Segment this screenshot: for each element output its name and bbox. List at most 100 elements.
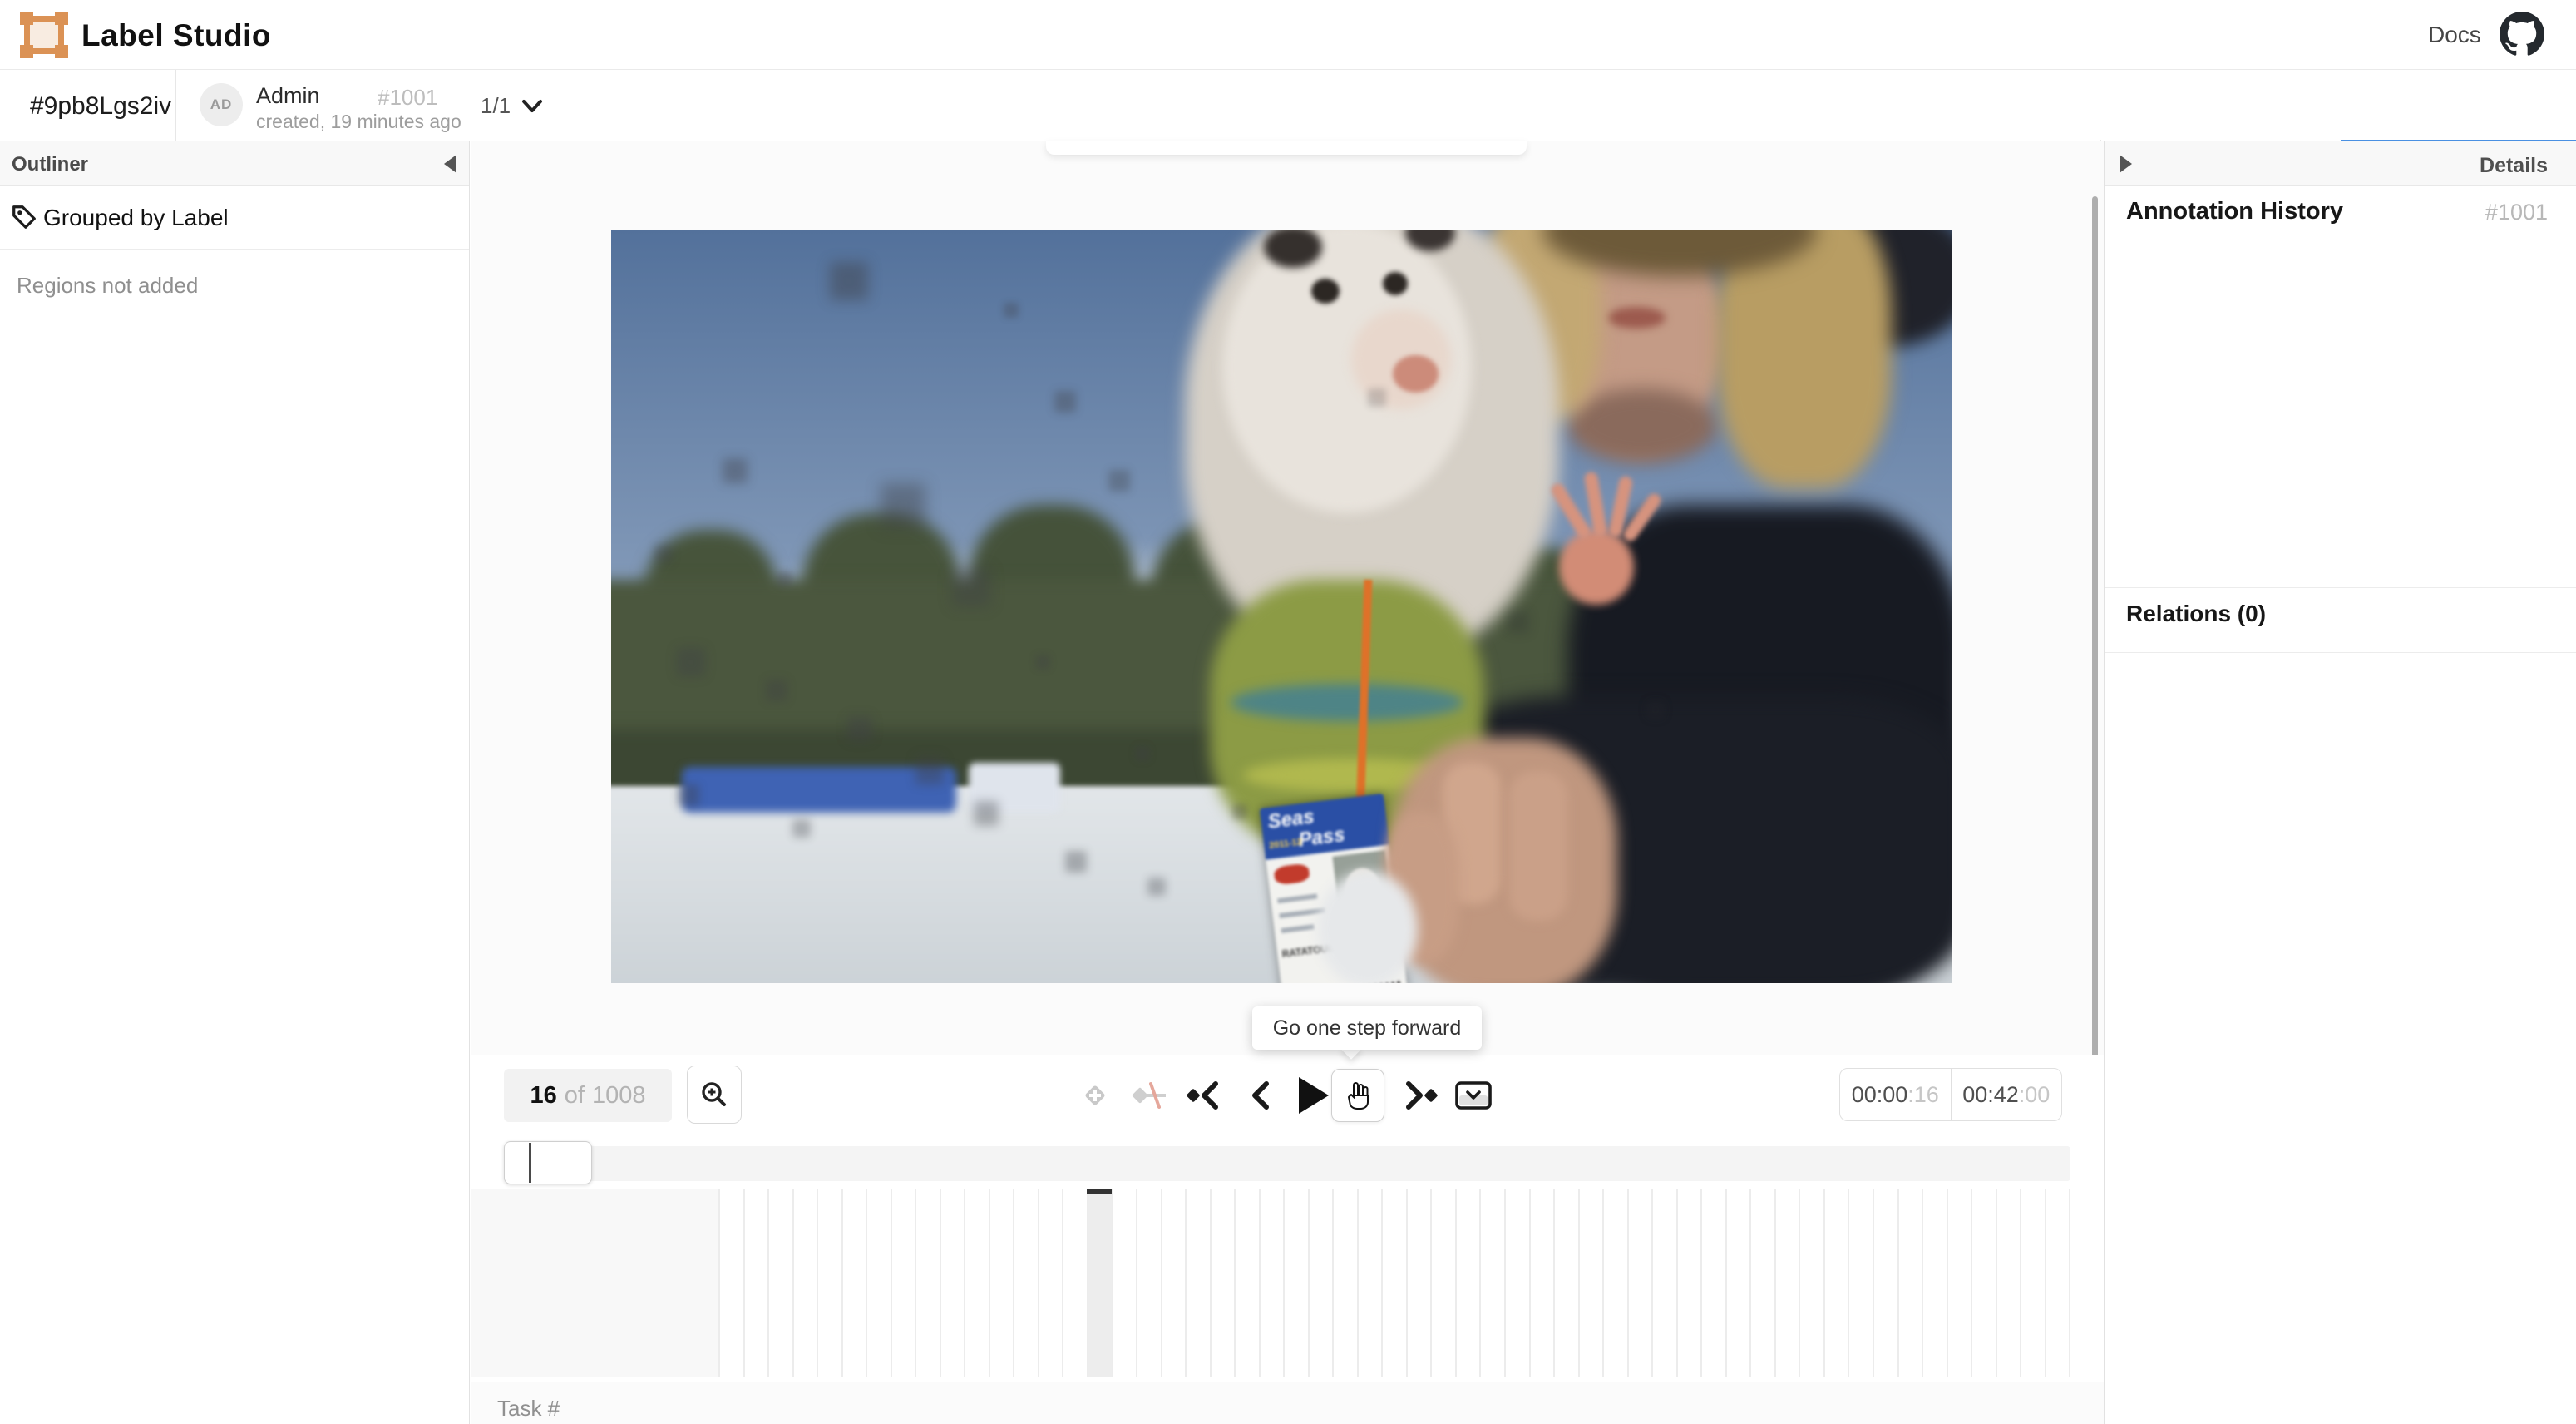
zoom-in-icon (699, 1080, 729, 1110)
ruler-tick (1749, 1189, 1774, 1377)
task-id: #9pb8Lgs2iv (30, 92, 171, 121)
total-frames: 1008 (592, 1082, 646, 1110)
step-backward-button[interactable] (1241, 1075, 1278, 1115)
ruler-tick (1406, 1189, 1431, 1377)
ruler-tick (1578, 1189, 1603, 1377)
annotation-history-title: Annotation History (2126, 198, 2343, 225)
ruler-tick (1774, 1189, 1799, 1377)
ruler-tick (989, 1189, 1014, 1377)
ruler-tick (1038, 1189, 1063, 1377)
ruler-tick (1210, 1189, 1235, 1377)
app-title: Label Studio (81, 18, 271, 53)
toggle-interpolation-button[interactable] (1128, 1075, 1171, 1115)
frame-counter-input[interactable]: 16 of 1008 (504, 1069, 672, 1122)
previous-keypoint-button[interactable] (1182, 1075, 1226, 1115)
ruler-tick (1553, 1189, 1578, 1377)
app-header: Label Studio Docs (0, 0, 2576, 70)
group-by-label-row[interactable]: Grouped by Label (0, 186, 469, 250)
ruler-tick (1136, 1189, 1161, 1377)
ruler-tick (1062, 1189, 1087, 1377)
sweater-stripe (1231, 684, 1463, 721)
opossum-eye (1311, 279, 1340, 304)
person-finger (1509, 771, 1567, 921)
badge-logo (1273, 863, 1310, 885)
zoom-in-button[interactable] (687, 1066, 742, 1124)
ruler-tick (1971, 1189, 1996, 1377)
ruler-tick (1602, 1189, 1627, 1377)
blue-building (682, 767, 956, 813)
play-button[interactable] (1294, 1075, 1334, 1115)
chevron-down-icon[interactable] (519, 95, 545, 116)
docs-link[interactable]: Docs (2428, 22, 2481, 48)
ruler-tick (2020, 1189, 2045, 1377)
label-studio-app: Label Studio Docs #9pb8Lgs2iv AD Admin #… (0, 0, 2576, 1424)
group-mode-label: Grouped by Label (43, 205, 229, 231)
ruler-tick (1161, 1189, 1186, 1377)
ruler-tick (1947, 1189, 1971, 1377)
ruler-tick (1479, 1189, 1504, 1377)
relations-title: Relations (0) (2126, 601, 2266, 627)
ruler-tick (841, 1189, 866, 1377)
timeline-ruler[interactable] (471, 1189, 2104, 1377)
ruler-tick (1504, 1189, 1529, 1377)
ruler-tick (1185, 1189, 1210, 1377)
next-keypoint-button[interactable] (1399, 1075, 1442, 1115)
seek-playhead[interactable] (529, 1143, 531, 1183)
time-display: 00:00:16 00:42:00 (1839, 1068, 2062, 1121)
expand-panel-icon[interactable] (2120, 155, 2132, 173)
ruler-tick (1259, 1189, 1284, 1377)
task-footer: Task # (471, 1382, 2104, 1424)
details-title: Details (2480, 154, 2548, 178)
ruler-tick (817, 1189, 841, 1377)
github-icon[interactable] (2500, 12, 2544, 57)
ruler-tick (1013, 1189, 1038, 1377)
task-footer-label: Task # (497, 1396, 560, 1422)
ruler-tick (1430, 1189, 1455, 1377)
ruler-left-gutter (471, 1189, 718, 1377)
floating-panel-edge (1046, 141, 1527, 155)
seek-track[interactable] (504, 1146, 2070, 1181)
ruler-tick (1848, 1189, 1873, 1377)
ruler-tick (866, 1189, 891, 1377)
outliner-panel: Outliner Grouped by Label Regions not ad… (0, 141, 470, 1424)
ruler-tick (1651, 1189, 1676, 1377)
ruler-tick (1700, 1189, 1725, 1377)
collapse-panel-icon[interactable] (444, 155, 456, 173)
details-panel: Details Annotation History #1001 Relatio… (2104, 141, 2576, 1424)
ruler-tick (718, 1189, 743, 1377)
white-hut (969, 763, 1060, 813)
add-keypoint-button[interactable] (1075, 1075, 1115, 1115)
ruler-tick (1112, 1189, 1137, 1377)
ruler-tick (792, 1189, 817, 1377)
ruler-tick (915, 1189, 940, 1377)
lens-dirt-spots (611, 230, 613, 232)
current-time: 00:00:16 (1840, 1069, 1951, 1120)
label-studio-logo-icon[interactable] (20, 12, 68, 58)
regions-empty-message: Regions not added (17, 273, 198, 299)
person-chin-shadow (1567, 388, 1717, 463)
ruler-tick (1873, 1189, 1897, 1377)
step-forward-tooltip: Go one step forward (1252, 1006, 1482, 1050)
video-controls: 16 of 1008 (471, 1055, 2104, 1136)
ruler-tick (1922, 1189, 1947, 1377)
ruler-tick (1799, 1189, 1823, 1377)
ruler-tick (1676, 1189, 1701, 1377)
current-frame: 16 (530, 1082, 557, 1110)
ruler-tick (940, 1189, 965, 1377)
seek-viewport-window[interactable] (504, 1141, 592, 1184)
ruler-tick (1897, 1189, 1922, 1377)
ruler-tick (743, 1189, 768, 1377)
video-frame[interactable]: Seas Pass 2011-12 RATATOUILLE BOWERS (611, 230, 1952, 983)
tag-icon (10, 203, 38, 231)
timeline-seek-row (471, 1136, 2104, 1189)
opossum-eye (1383, 272, 1408, 295)
ruler-tick (891, 1189, 915, 1377)
frame-of: of (565, 1082, 585, 1110)
ruler-tick (964, 1189, 989, 1377)
step-forward-button[interactable] (1331, 1069, 1384, 1122)
timeline-collapse-button[interactable] (1450, 1075, 1497, 1115)
outliner-header: Outliner (0, 141, 469, 186)
annotation-pagination[interactable]: 1/1 (481, 93, 511, 119)
outliner-title: Outliner (12, 153, 88, 176)
ruler-tick (767, 1189, 792, 1377)
